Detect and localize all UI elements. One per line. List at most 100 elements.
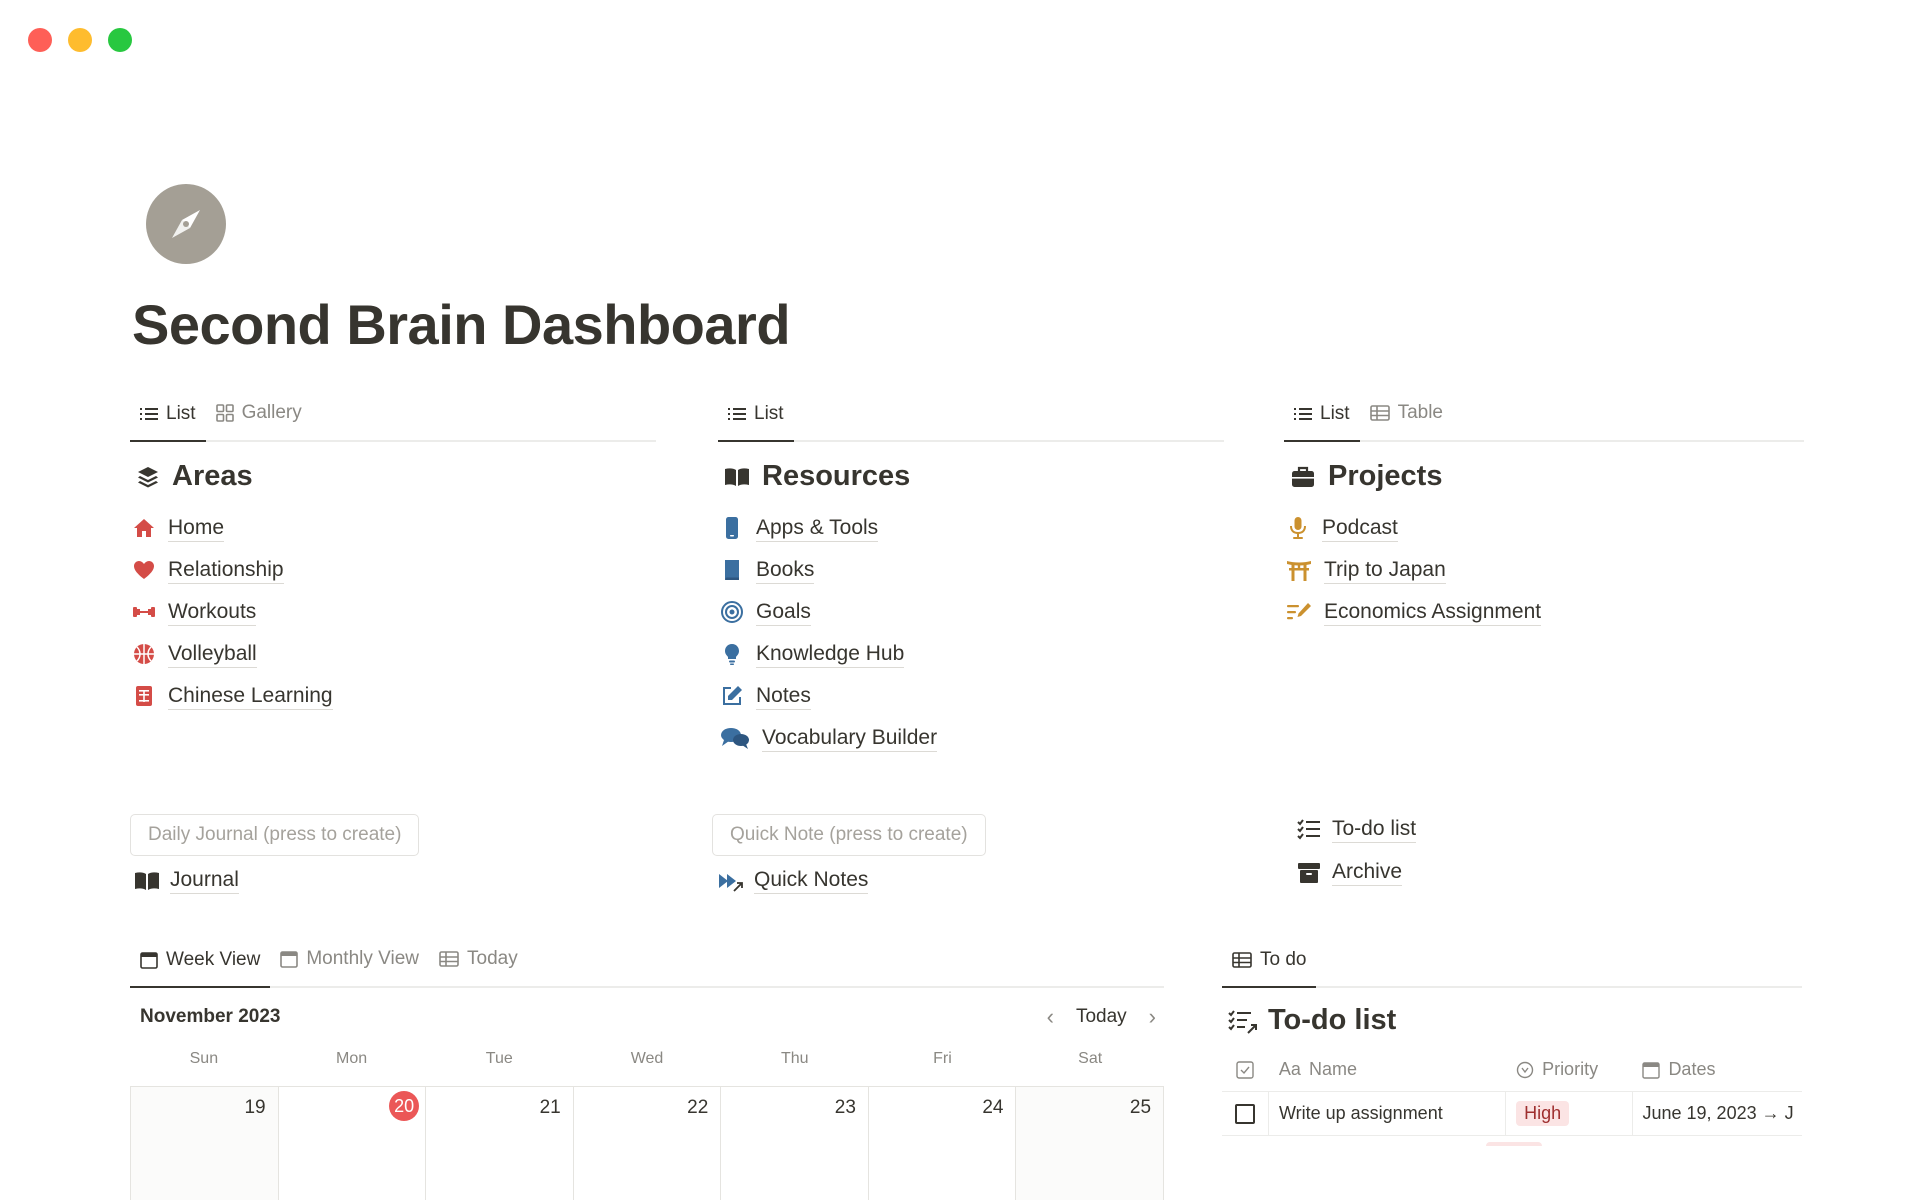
house-icon xyxy=(134,519,154,537)
archive-link[interactable]: Archive xyxy=(1296,859,1403,886)
todo-list-link-label: To-do list xyxy=(1332,816,1417,843)
priority-badge-peek xyxy=(1486,1142,1542,1146)
areas-title: Areas xyxy=(172,460,253,492)
list-item-label: Vocabulary Builder xyxy=(762,725,938,752)
weekday-label: Wed xyxy=(630,1050,664,1067)
chevron-right-icon[interactable]: › xyxy=(1149,1004,1156,1030)
lightbulb-icon xyxy=(725,644,739,665)
row-checkbox-cell xyxy=(1222,1091,1269,1136)
list-item[interactable]: Home xyxy=(130,507,656,549)
list-item[interactable]: Chinese Learning xyxy=(130,675,656,717)
list-item-label: Notes xyxy=(756,683,811,710)
checkbox-column-header[interactable] xyxy=(1222,1048,1269,1092)
calendar-day-cell[interactable]: 19 xyxy=(131,1087,279,1200)
task-checkbox[interactable] xyxy=(1234,1103,1255,1124)
list-item-label: Economics Assignment xyxy=(1324,599,1542,626)
list-item[interactable]: Vocabulary Builder xyxy=(718,717,1224,759)
daily-journal-create-button[interactable]: Daily Journal (press to create) xyxy=(130,814,420,856)
tab-monthly-view[interactable]: Monthly View xyxy=(270,942,429,986)
projects-heading: Projects xyxy=(1284,460,1804,493)
list-item-label: Home xyxy=(168,515,225,542)
todo-view-tabs: To do xyxy=(1222,944,1802,988)
list-item[interactable]: Relationship xyxy=(130,549,656,591)
priority-column-header[interactable]: Priority xyxy=(1506,1048,1632,1092)
today-marker: 20 xyxy=(389,1091,420,1121)
tab-list[interactable]: List xyxy=(718,398,794,442)
tab-label: Table xyxy=(1397,402,1443,423)
journal-link[interactable]: Journal xyxy=(134,867,239,894)
tab-label: List xyxy=(754,403,784,424)
areas-list: Home Relationship Workouts Volleyball Ch… xyxy=(130,507,656,717)
maximize-window-button[interactable] xyxy=(108,28,132,52)
list-icon xyxy=(140,408,158,420)
calendar-header: November 2023 ‹ Today › xyxy=(130,1004,1164,1030)
calendar-day-cell[interactable]: 23 xyxy=(721,1087,869,1200)
gallery-icon xyxy=(215,404,234,422)
day-number: 24 xyxy=(982,1097,1004,1118)
list-item-label: Volleyball xyxy=(168,641,257,668)
compass-icon[interactable] xyxy=(146,184,226,264)
briefcase-icon xyxy=(1292,466,1314,487)
list-item[interactable]: Workouts xyxy=(130,591,656,633)
areas-heading: Areas xyxy=(130,460,656,493)
calendar-week-grid: 19 20 21 22 23 24 25 xyxy=(130,1086,1165,1200)
list-icon xyxy=(728,408,746,420)
heart-icon xyxy=(134,561,154,579)
close-window-button[interactable] xyxy=(28,28,52,52)
chevron-left-icon[interactable]: ‹ xyxy=(1047,1004,1054,1030)
tab-table[interactable]: Table xyxy=(1360,396,1453,440)
calendar-day-cell[interactable]: 25 xyxy=(1016,1087,1165,1200)
calendar-month: November 2023 xyxy=(140,1006,281,1027)
weekday-label: Sat xyxy=(1078,1050,1103,1067)
dates-column-header[interactable]: Dates xyxy=(1632,1048,1802,1092)
list-item[interactable]: Podcast xyxy=(1284,507,1804,549)
list-item-label: Trip to Japan xyxy=(1324,557,1446,584)
list-item[interactable]: Knowledge Hub xyxy=(718,633,1224,675)
list-item-label: Podcast xyxy=(1322,515,1398,542)
calendar-day-cell[interactable]: 20 xyxy=(278,1087,427,1200)
edit-icon xyxy=(723,686,742,705)
list-item[interactable]: Notes xyxy=(718,675,1224,717)
list-item[interactable]: Economics Assignment xyxy=(1284,591,1804,633)
tab-gallery[interactable]: Gallery xyxy=(206,396,312,440)
calendar-icon xyxy=(1642,1061,1661,1079)
tab-label: Gallery xyxy=(241,402,302,423)
ball-icon xyxy=(134,644,154,664)
priority-cell[interactable]: High xyxy=(1506,1091,1633,1136)
checklist-icon xyxy=(1228,1009,1257,1034)
table-row[interactable]: Write up assignment High June 19, 2023 →… xyxy=(1222,1091,1803,1136)
task-name[interactable]: Write up assignment xyxy=(1269,1091,1507,1136)
quick-note-create-button[interactable]: Quick Note (press to create) xyxy=(712,814,986,856)
list-item[interactable]: Apps & Tools xyxy=(718,507,1224,549)
calendar-nav: ‹ Today › xyxy=(1047,1004,1164,1030)
list-item-label: Apps & Tools xyxy=(756,515,879,542)
text-property-icon: Aa xyxy=(1278,1059,1301,1079)
list-item[interactable]: Books xyxy=(718,549,1224,591)
list-item-label: Workouts xyxy=(168,599,257,626)
tab-label: To do xyxy=(1260,949,1307,970)
name-column-header[interactable]: Aa Name xyxy=(1269,1048,1506,1092)
resources-view-tabs: List xyxy=(718,398,1224,442)
todo-list-link[interactable]: To-do list xyxy=(1296,816,1417,843)
list-item[interactable]: Goals xyxy=(718,591,1224,633)
tab-list[interactable]: List xyxy=(1284,398,1360,442)
calendar-day-cell[interactable]: 24 xyxy=(868,1087,1017,1200)
tab-to-do[interactable]: To do xyxy=(1222,944,1317,988)
tab-week-view[interactable]: Week View xyxy=(130,944,271,988)
tab-today[interactable]: Today xyxy=(429,942,528,986)
chat-bubbles-icon xyxy=(721,728,749,749)
list-item[interactable]: Trip to Japan xyxy=(1284,549,1804,591)
today-button[interactable]: Today xyxy=(1076,1006,1127,1028)
list-item[interactable]: Volleyball xyxy=(130,633,656,675)
minimize-window-button[interactable] xyxy=(68,28,92,52)
list-item-label: Goals xyxy=(756,599,811,626)
tab-list[interactable]: List xyxy=(130,398,206,442)
todo-title: To-do list xyxy=(1268,1004,1397,1036)
table-icon xyxy=(1369,405,1390,421)
calendar-day-cell[interactable]: 21 xyxy=(426,1087,574,1200)
task-dates[interactable]: June 19, 2023 → J xyxy=(1633,1092,1803,1136)
resources-list: Apps & Tools Books Goals Knowledge Hub N… xyxy=(718,507,1224,759)
quick-notes-link[interactable]: Quick Notes xyxy=(718,867,869,894)
projects-title: Projects xyxy=(1328,460,1443,492)
calendar-day-cell[interactable]: 22 xyxy=(573,1087,722,1200)
